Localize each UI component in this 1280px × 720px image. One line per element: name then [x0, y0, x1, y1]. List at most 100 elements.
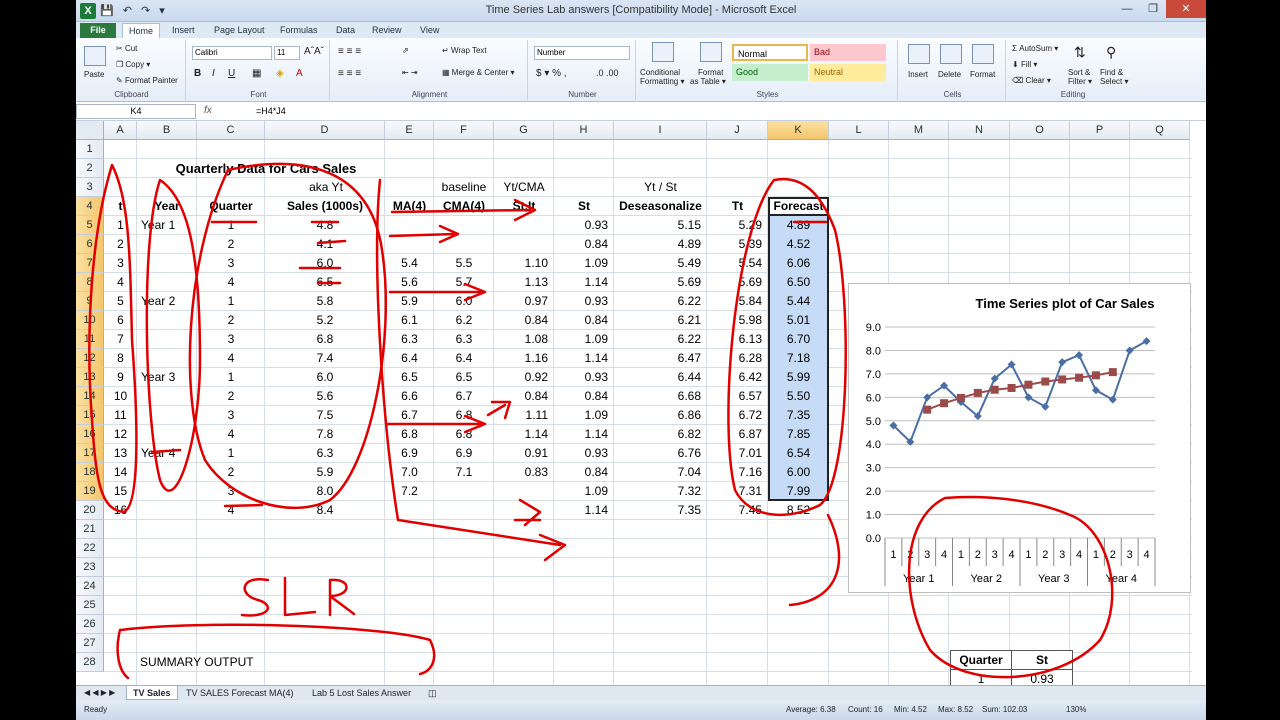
cell-st[interactable]: 0.93 [554, 216, 614, 235]
cell-ma[interactable]: 6.4 [385, 349, 434, 368]
cell-d[interactable]: 6.68 [614, 387, 707, 406]
cell-f[interactable]: 6.70 [768, 330, 829, 349]
cell-st[interactable]: 1.09 [554, 254, 614, 273]
column-header[interactable]: B [137, 121, 197, 140]
tab-home[interactable]: Home [122, 23, 161, 38]
wrap-text-button[interactable]: ↵ Wrap Text [442, 46, 487, 55]
row-header[interactable]: 10 [76, 311, 104, 330]
currency-icon[interactable]: $ ▾ % , [536, 68, 567, 79]
cell-ma[interactable]: 7.0 [385, 463, 434, 482]
restore-icon[interactable]: ❐ [1140, 0, 1166, 18]
cell-tt[interactable]: 5.98 [707, 311, 768, 330]
merge-center-button[interactable]: ▦ Merge & Center ▾ [442, 68, 515, 77]
cell-cma[interactable]: 6.8 [434, 406, 494, 425]
sheet-tab-forecast-ma[interactable]: TV SALES Forecast MA(4) [180, 686, 300, 700]
cell-ma[interactable]: 5.4 [385, 254, 434, 273]
cell-ma[interactable]: 6.5 [385, 368, 434, 387]
cell-q[interactable]: 4 [197, 349, 265, 368]
format-as-table-icon[interactable] [700, 42, 722, 62]
select-all-corner[interactable] [76, 121, 104, 140]
autosum-button[interactable]: Σ AutoSum ▾ [1012, 44, 1058, 53]
cell-s[interactable]: 4.1 [265, 235, 385, 254]
cell-q[interactable]: 2 [197, 387, 265, 406]
cell-st[interactable]: 1.14 [554, 273, 614, 292]
row-header[interactable]: 2 [76, 159, 104, 178]
cell-tt[interactable]: 5.69 [707, 273, 768, 292]
cell-t[interactable]: 5 [104, 292, 137, 311]
cell-ma[interactable]: 6.3 [385, 330, 434, 349]
cell-d[interactable]: 7.04 [614, 463, 707, 482]
cell-t[interactable]: 2 [104, 235, 137, 254]
align-center-icon[interactable]: ≡ ≡ ≡ [338, 68, 361, 79]
row-header[interactable]: 13 [76, 368, 104, 387]
insert-cells-button[interactable]: Insert [908, 70, 928, 79]
cell-f[interactable]: 6.06 [768, 254, 829, 273]
row-header[interactable]: 12 [76, 349, 104, 368]
cell-cma[interactable] [434, 482, 494, 501]
cell-q[interactable]: 4 [197, 425, 265, 444]
column-header[interactable]: D [265, 121, 385, 140]
cell-d[interactable]: 6.82 [614, 425, 707, 444]
cell-s[interactable]: 6.3 [265, 444, 385, 463]
cell-ma[interactable]: 6.8 [385, 425, 434, 444]
cell-year[interactable] [137, 254, 197, 273]
cell-si[interactable]: 0.92 [494, 368, 554, 387]
tab-formulas[interactable]: Formulas [274, 23, 324, 38]
cell-si[interactable]: 1.16 [494, 349, 554, 368]
cell-tt[interactable]: 5.84 [707, 292, 768, 311]
indent-icon[interactable]: ⇤ ⇥ [402, 68, 418, 77]
bold-icon[interactable]: B [194, 68, 201, 79]
row-header[interactable]: 21 [76, 520, 104, 539]
cell-year[interactable] [137, 273, 197, 292]
cell-si[interactable] [494, 235, 554, 254]
cell-d[interactable]: 6.21 [614, 311, 707, 330]
sheet-tab-tv-sales[interactable]: TV Sales [126, 686, 178, 700]
cell-ma[interactable]: 6.6 [385, 387, 434, 406]
column-header[interactable]: N [949, 121, 1010, 140]
cell-s[interactable]: 6.0 [265, 254, 385, 273]
font-name-select[interactable]: Calibri [192, 46, 272, 60]
row-header[interactable]: 24 [76, 577, 104, 596]
cell-tt[interactable]: 6.42 [707, 368, 768, 387]
row-header[interactable]: 15 [76, 406, 104, 425]
cell-year[interactable]: Year 2 [137, 292, 197, 311]
row-header[interactable]: 26 [76, 615, 104, 634]
borders-icon[interactable]: ▦ [252, 68, 261, 79]
cell-cma[interactable]: 6.9 [434, 444, 494, 463]
cell-cma[interactable]: 7.1 [434, 463, 494, 482]
row-header[interactable]: 20 [76, 501, 104, 520]
cell-f[interactable]: 7.85 [768, 425, 829, 444]
cut-button[interactable]: ✂ Cut [116, 44, 137, 53]
cell-st[interactable]: 0.93 [554, 292, 614, 311]
row-header[interactable]: 16 [76, 425, 104, 444]
cell-st[interactable]: 1.09 [554, 482, 614, 501]
cell-si[interactable] [494, 482, 554, 501]
row-header[interactable]: 9 [76, 292, 104, 311]
lookup-cell[interactable]: 0.93 [1011, 669, 1073, 685]
cell-f[interactable]: 5.44 [768, 292, 829, 311]
cell-tt[interactable]: 6.87 [707, 425, 768, 444]
cell-year[interactable] [137, 463, 197, 482]
cell-ma[interactable]: 7.2 [385, 482, 434, 501]
cell-q[interactable]: 4 [197, 273, 265, 292]
cell-si[interactable]: 0.91 [494, 444, 554, 463]
cell-d[interactable]: 6.86 [614, 406, 707, 425]
row-header[interactable]: 3 [76, 178, 104, 197]
cell-st[interactable]: 0.84 [554, 235, 614, 254]
cell-st[interactable]: 1.14 [554, 349, 614, 368]
cell-st[interactable]: 0.93 [554, 368, 614, 387]
cell-ma[interactable]: 6.9 [385, 444, 434, 463]
cell-ma[interactable]: 6.7 [385, 406, 434, 425]
cell-f[interactable]: 7.35 [768, 406, 829, 425]
cell-year[interactable]: Year 3 [137, 368, 197, 387]
cell-cma[interactable]: 6.7 [434, 387, 494, 406]
cell-t[interactable]: 15 [104, 482, 137, 501]
font-size-select[interactable]: 11 [274, 46, 300, 60]
row-header[interactable]: 23 [76, 558, 104, 577]
cell-year[interactable] [137, 406, 197, 425]
cell-t[interactable]: 9 [104, 368, 137, 387]
cell-cma[interactable]: 6.0 [434, 292, 494, 311]
sheet-tab-lost-sales[interactable]: Lab 5 Lost Sales Answer [306, 686, 417, 700]
column-header[interactable]: P [1070, 121, 1130, 140]
style-bad[interactable]: Bad [810, 44, 886, 61]
